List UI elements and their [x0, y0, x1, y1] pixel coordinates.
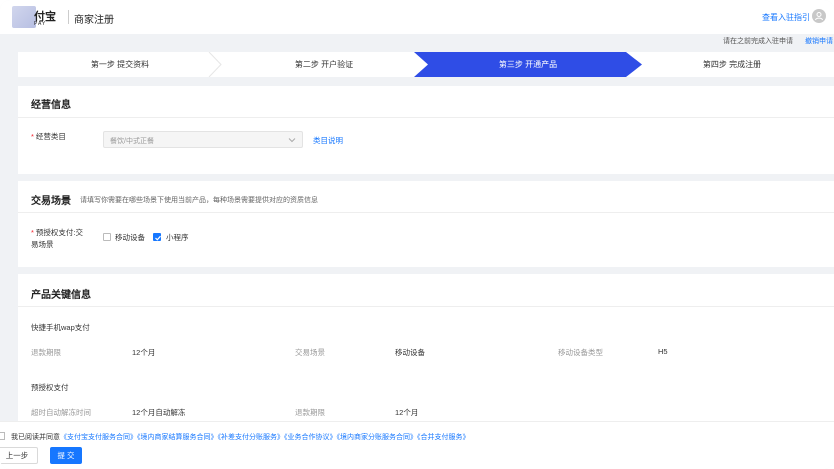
- step-1: 第一步 提交资料: [18, 52, 222, 77]
- agree-checkbox[interactable]: [0, 432, 5, 440]
- agreement-link[interactable]: 《境内商家结算服务合同》: [137, 434, 218, 441]
- prev-step-button[interactable]: 上一步: [0, 447, 38, 464]
- trade-scene-title: 交易场景: [31, 196, 71, 207]
- agreement-text: 我已阅读并同意《支付宝支付服务合同》《境内商家结算服务合同》《补差支付分账服务》…: [11, 432, 470, 442]
- product-info-title: 产品关键信息: [31, 290, 91, 301]
- agreement-link[interactable]: 《境内商家分账服务合同》: [337, 434, 418, 441]
- refund-period-key: 退款期限: [31, 348, 61, 357]
- step-bar: 第一步 提交资料 第二步 开户验证 第三步 开通产品 第四步 完成注册: [18, 52, 834, 77]
- business-info-card: 经营信息 * 经营类目 餐饮/中式正餐 类目说明: [18, 86, 834, 174]
- checkbox-mini-program[interactable]: [153, 233, 161, 241]
- product-group-2-name: 预授权支付: [31, 383, 69, 392]
- step-1-label: 第一步 提交资料: [90, 60, 150, 69]
- category-value: 餐饮/中式正餐: [110, 138, 154, 145]
- top-bar: 付宝 PAY 商家注册 查看入驻指引: [0, 0, 834, 34]
- auto-unfreeze-value: 12个月自动解冻: [132, 408, 186, 417]
- trade-scene-card: 交易场景 请填写你需要在哪些场景下使用当前产品，每种场景需要提供对应的资质信息 …: [18, 181, 834, 267]
- card-divider: [18, 212, 834, 213]
- refund-period-2-key: 退款期限: [295, 408, 325, 417]
- logo-sub: PAY: [34, 21, 47, 27]
- business-info-title: 经营信息: [31, 100, 71, 111]
- avatar[interactable]: [812, 9, 826, 23]
- refund-period-2-value: 12个月: [395, 408, 419, 417]
- trade-scene-value: 移动设备: [395, 348, 425, 357]
- logo-mark: [12, 6, 36, 28]
- step-4-label: 第四步 完成注册: [702, 60, 762, 69]
- auto-unfreeze-key: 超时自动解冻时间: [31, 408, 91, 417]
- page-title: 商家注册: [74, 15, 114, 26]
- device-type-key: 移动设备类型: [558, 348, 603, 357]
- category-label: * 经营类目: [31, 132, 66, 141]
- agreement-link[interactable]: 《支付宝支付服务合同》: [60, 434, 137, 441]
- product-group-1-name: 快捷手机wap支付: [31, 323, 90, 332]
- agreement-link[interactable]: 《补差支付分账服务》: [218, 434, 285, 441]
- chevron-down-icon: [288, 138, 296, 143]
- trade-scene-subtitle: 请填写你需要在哪些场景下使用当前产品，每种场景需要提供对应的资质信息: [80, 197, 318, 204]
- deadline-note: 请在之前完成入驻申请: [723, 38, 793, 45]
- user-icon: [815, 12, 823, 21]
- step-separator-icon: [208, 52, 222, 77]
- option-mini-program-label: 小程序: [166, 233, 189, 242]
- step-3-label: 第三步 开通产品: [498, 60, 558, 69]
- step-2: 第二步 开户验证: [222, 52, 426, 77]
- agree-prefix: 我已阅读并同意: [11, 434, 60, 441]
- alipay-logo[interactable]: 付宝 PAY: [12, 6, 66, 28]
- option-mobile-device-label: 移动设备: [115, 233, 145, 242]
- card-divider: [18, 306, 834, 307]
- submit-button[interactable]: 提 交: [50, 447, 82, 464]
- footer-bar: 我已阅读并同意《支付宝支付服务合同》《境内商家结算服务合同》《补差支付分账服务》…: [0, 421, 834, 469]
- checkbox-mobile-device[interactable]: [103, 233, 111, 241]
- agreement-link[interactable]: 《合并支付服务》: [417, 434, 470, 441]
- category-help-link[interactable]: 类目说明: [313, 135, 343, 146]
- step-4: 第四步 完成注册: [630, 52, 834, 77]
- app-window: 付宝 PAY 商家注册 查看入驻指引 请在之前完成入驻申请 撤销申请 第一步 提…: [0, 0, 834, 469]
- check-icon: [155, 235, 161, 241]
- trade-scene-key: 交易场景: [295, 348, 325, 357]
- header-divider: [68, 10, 69, 24]
- scene-field-label: * 预授权支付:交 易场景: [31, 228, 84, 249]
- category-select[interactable]: 餐饮/中式正餐: [103, 131, 303, 148]
- device-type-value: H5: [658, 347, 668, 356]
- guide-link[interactable]: 查看入驻指引: [762, 12, 810, 23]
- card-divider: [18, 117, 834, 118]
- step-3-active: 第三步 开通产品: [414, 52, 642, 77]
- step-2-label: 第二步 开户验证: [294, 60, 354, 69]
- refund-period-value: 12个月: [132, 348, 156, 357]
- agreement-link[interactable]: 《业务合作协议》: [284, 434, 337, 441]
- product-info-card: 产品关键信息 快捷手机wap支付 退款期限 12个月 交易场景 移动设备 移动设…: [18, 274, 834, 424]
- revoke-link[interactable]: 撤销申请: [805, 36, 833, 46]
